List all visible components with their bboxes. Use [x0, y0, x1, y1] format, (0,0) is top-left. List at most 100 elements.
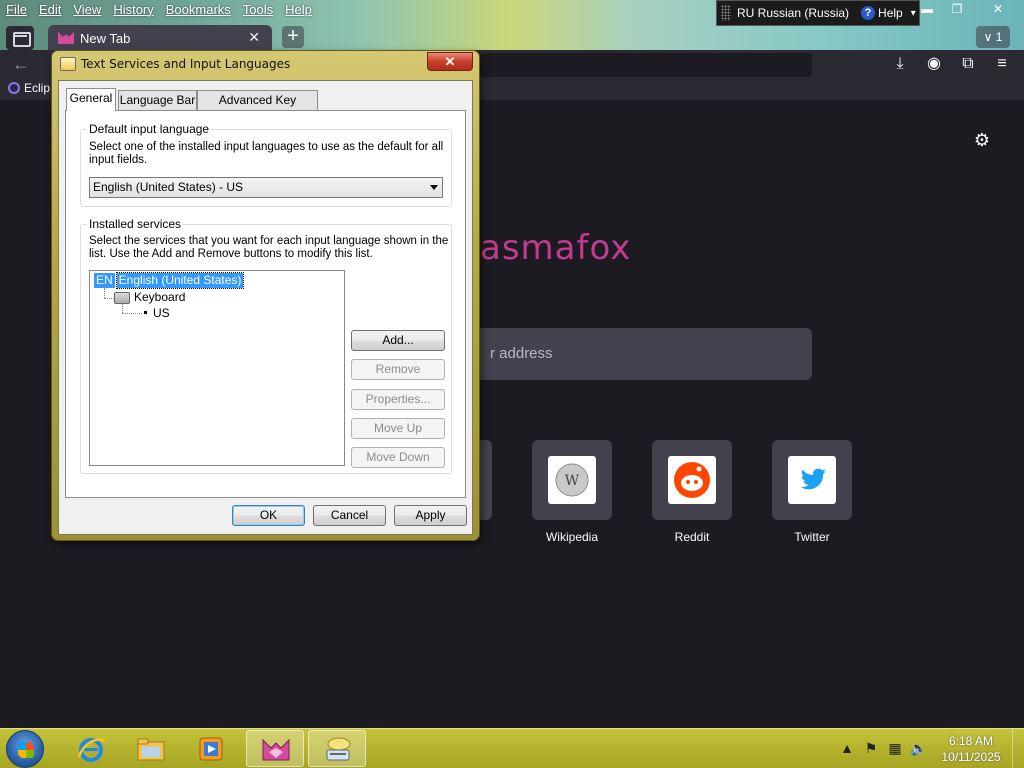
- internet-explorer-icon: [77, 738, 105, 762]
- download-icon[interactable]: ⤓: [890, 54, 910, 74]
- tab-count-button[interactable]: ∨ 1: [976, 26, 1010, 48]
- language-bar: RU Russian (Russia) ? Help ▾: [716, 0, 920, 26]
- brand-wordmark: asmafox: [480, 228, 632, 268]
- apply-button[interactable]: Apply: [394, 505, 467, 526]
- clock[interactable]: 6:18 AM 10/11/2025: [936, 733, 1006, 765]
- menu-history[interactable]: History: [107, 0, 159, 20]
- menu-view[interactable]: View: [67, 0, 107, 20]
- window-controls: ▬ ❐ ✕: [912, 0, 1024, 22]
- default-language-legend: Default input language: [87, 122, 212, 136]
- show-desktop-button[interactable]: [1012, 729, 1024, 768]
- gear-icon[interactable]: ⚙: [972, 130, 992, 150]
- close-window-icon[interactable]: ✕: [972, 0, 1024, 20]
- tree-connector: [104, 298, 114, 299]
- wikipedia-icon: W: [548, 456, 596, 504]
- account-icon[interactable]: ◉: [924, 54, 944, 74]
- browser-logo-icon: [262, 738, 290, 761]
- default-language-select[interactable]: English (United States) - US: [89, 177, 443, 198]
- folder-icon: [137, 738, 165, 761]
- default-language-group: Default input language Select one of the…: [80, 122, 452, 207]
- taskbar-media-player[interactable]: [182, 730, 240, 767]
- tree-connector: [104, 288, 105, 298]
- minimize-icon[interactable]: ▬: [912, 0, 942, 20]
- tab-list-icon[interactable]: [6, 26, 34, 50]
- volume-muted-icon[interactable]: 🔈: [910, 740, 928, 756]
- taskbar-file-explorer[interactable]: [122, 730, 180, 767]
- help-icon[interactable]: ?: [861, 6, 876, 20]
- tree-item-english[interactable]: EN English (United States): [94, 272, 245, 289]
- tab-general[interactable]: General: [66, 88, 116, 111]
- move-down-button[interactable]: Move Down: [351, 447, 445, 468]
- new-tab-plus-icon[interactable]: +: [282, 26, 304, 48]
- installed-services-legend: Installed services: [87, 217, 184, 231]
- search-input[interactable]: r address: [470, 328, 812, 380]
- default-language-value: English (United States) - US: [93, 180, 244, 194]
- tab-new-tab[interactable]: New Tab ✕: [48, 25, 272, 51]
- start-button[interactable]: [6, 730, 44, 768]
- shortcut-tile-twitter[interactable]: [772, 440, 852, 520]
- eclipse-icon: [8, 82, 20, 94]
- windows-logo-icon: [18, 742, 34, 758]
- taskbar-internet-explorer[interactable]: [62, 730, 120, 767]
- move-up-button[interactable]: Move Up: [351, 418, 445, 439]
- menu-edit[interactable]: Edit: [33, 0, 67, 20]
- extensions-icon[interactable]: ⧉: [958, 54, 978, 74]
- menu-bookmarks[interactable]: Bookmarks: [160, 0, 237, 20]
- remove-button[interactable]: Remove: [351, 359, 445, 380]
- cancel-button[interactable]: Cancel: [313, 505, 386, 526]
- clock-time: 6:18 AM: [948, 734, 994, 748]
- menu-bar: File Edit View History Bookmarks Tools H…: [0, 0, 318, 20]
- general-tab-panel: Default input language Select one of the…: [65, 110, 466, 498]
- menu-help[interactable]: Help: [279, 0, 318, 20]
- properties-button[interactable]: Properties...: [351, 389, 445, 410]
- dialog-titlebar[interactable]: Text Services and Input Languages: [60, 57, 290, 71]
- text-services-dialog: Text Services and Input Languages ✕ Gene…: [51, 50, 480, 541]
- tab-language-bar[interactable]: Language Bar: [118, 90, 197, 110]
- dialog-title: Text Services and Input Languages: [81, 57, 291, 71]
- tab-strip: New Tab ✕ + ∨ 1: [0, 24, 1024, 51]
- keyboard-settings-icon: [60, 57, 76, 71]
- bullet-icon: [144, 311, 147, 314]
- browser-titlebar: File Edit View History Bookmarks Tools H…: [0, 0, 1024, 51]
- svg-text:W: W: [565, 473, 580, 489]
- language-bar-help[interactable]: Help: [878, 6, 903, 20]
- shortcut-label-wikipedia: Wikipedia: [545, 530, 599, 544]
- language-name: English (United States): [115, 272, 245, 289]
- tab-advanced-key-settings[interactable]: Advanced Key Settings: [197, 90, 318, 125]
- menu-tools[interactable]: Tools: [237, 0, 279, 20]
- shortcut-tile-wikipedia[interactable]: W: [532, 440, 612, 520]
- dropdown-arrow-icon: [430, 185, 438, 190]
- media-player-icon: [199, 737, 223, 761]
- taskbar: ▲ ⚑ ▦ 🔈 6:18 AM 10/11/2025: [0, 728, 1024, 768]
- language-code: EN: [94, 273, 115, 288]
- twitter-icon: [788, 456, 836, 504]
- add-button[interactable]: Add...: [351, 330, 445, 351]
- bookmark-label: Eclip: [24, 81, 51, 95]
- grip-icon[interactable]: [721, 5, 731, 21]
- show-hidden-icons-icon[interactable]: ▲: [838, 740, 856, 756]
- shortcut-tile-reddit[interactable]: [652, 440, 732, 520]
- close-tab-icon[interactable]: ✕: [248, 29, 260, 46]
- language-indicator[interactable]: RU Russian (Russia): [737, 6, 849, 20]
- url-bar[interactable]: [480, 53, 812, 77]
- menu-file[interactable]: File: [0, 0, 33, 20]
- dialog-close-button[interactable]: ✕: [427, 52, 473, 71]
- tree-item-us[interactable]: US: [153, 306, 170, 320]
- action-center-icon[interactable]: ⚑: [862, 740, 880, 756]
- bookmark-item[interactable]: Eclip: [8, 81, 50, 95]
- keyboard-language-icon: [326, 737, 351, 761]
- hamburger-menu-icon[interactable]: ≡: [992, 54, 1012, 74]
- tab-count: 1: [995, 30, 1003, 44]
- taskbar-text-services[interactable]: [308, 730, 366, 767]
- back-arrow-icon[interactable]: ←: [12, 54, 30, 75]
- shortcut-label-reddit: Reddit: [674, 530, 710, 544]
- network-icon[interactable]: ▦: [886, 740, 904, 756]
- browser-favicon-icon: [58, 32, 74, 44]
- taskbar-browser[interactable]: [246, 730, 304, 767]
- tree-item-keyboard[interactable]: Keyboard: [134, 290, 185, 304]
- shortcut-label-twitter: Twitter: [794, 530, 830, 544]
- ok-button[interactable]: OK: [232, 505, 305, 526]
- services-tree[interactable]: EN English (United States) Keyboard US: [89, 270, 345, 466]
- restore-icon[interactable]: ❐: [942, 0, 972, 20]
- installed-services-description: Select the services that you want for ea…: [89, 235, 449, 260]
